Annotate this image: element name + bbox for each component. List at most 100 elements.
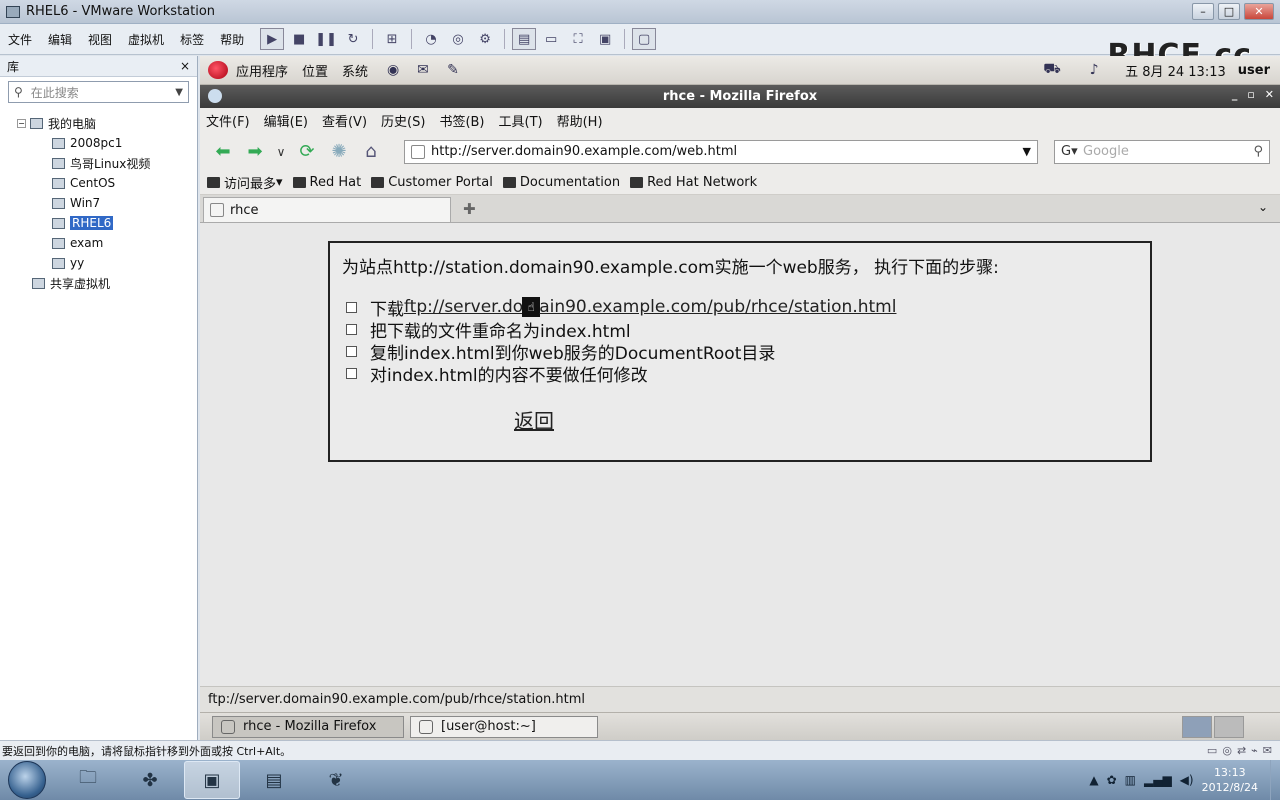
reload-icon[interactable]: ⟳: [294, 139, 320, 165]
library-search-input[interactable]: ⚲ 在此搜索 ▼: [8, 81, 189, 103]
menu-edit[interactable]: 编辑: [40, 31, 80, 48]
menu-vm[interactable]: 虚拟机: [120, 31, 172, 48]
quick-switch-icon[interactable]: ▭: [539, 28, 563, 50]
unity-icon[interactable]: ▣: [593, 28, 617, 50]
suspend-icon[interactable]: ❚❚: [314, 28, 338, 50]
search-engine-icon[interactable]: G▾: [1061, 144, 1083, 159]
system-clock[interactable]: 13:13 2012/8/24: [1202, 765, 1258, 795]
chevron-down-icon[interactable]: ▼: [175, 87, 183, 98]
power-off-icon[interactable]: ■: [287, 28, 311, 50]
gnome-menu-applications[interactable]: 应用程序: [236, 61, 288, 80]
workspace-2[interactable]: [1214, 716, 1244, 738]
tree-item-vm[interactable]: exam: [0, 233, 197, 253]
network-icon[interactable]: ⊞: [380, 28, 404, 50]
close-icon[interactable]: ✕: [1265, 88, 1274, 101]
fullscreen-icon[interactable]: ⛶: [566, 28, 590, 50]
tree-item-vm[interactable]: Win7: [0, 193, 197, 213]
signal-icon[interactable]: ▂▄▆: [1144, 773, 1172, 787]
notes-launcher-icon[interactable]: ✎: [442, 60, 464, 80]
tree-item-vm[interactable]: 鸟哥Linux视频: [0, 153, 197, 173]
network-status-icon[interactable]: ⛟: [1041, 60, 1063, 80]
volume-icon[interactable]: ♪: [1083, 60, 1105, 80]
tree-item-vm[interactable]: CentOS: [0, 173, 197, 193]
gnome-clock[interactable]: 五 8月 24 13:13: [1125, 61, 1226, 80]
network-adapter-icon[interactable]: ⇄: [1237, 744, 1246, 757]
snapshot-icon[interactable]: ◔: [419, 28, 443, 50]
bookmark-most-visited[interactable]: 访问最多 ▾: [207, 173, 283, 192]
message-icon[interactable]: ✉: [1263, 744, 1272, 757]
back-arrow-icon[interactable]: ⬅: [210, 139, 236, 165]
collapse-icon[interactable]: −: [17, 118, 26, 128]
stop-icon[interactable]: ✺: [326, 139, 352, 165]
history-dropdown-icon[interactable]: ∨: [274, 139, 288, 165]
ff-menu-bookmarks[interactable]: 书签(B): [439, 111, 484, 130]
close-button[interactable]: ✕: [1244, 3, 1274, 20]
minimize-button[interactable]: –: [1192, 3, 1214, 20]
maximize-button[interactable]: □: [1218, 3, 1240, 20]
gnome-menu-system[interactable]: 系统: [342, 61, 368, 80]
terminal-taskbar-icon[interactable]: ▤: [246, 761, 302, 799]
mail-launcher-icon[interactable]: ✉: [412, 60, 434, 80]
minimize-icon[interactable]: _: [1232, 88, 1238, 101]
speaker-icon[interactable]: ◀): [1180, 773, 1194, 787]
firefox-launcher-icon[interactable]: ◉: [382, 60, 404, 80]
revert-snapshot-icon[interactable]: ◎: [446, 28, 470, 50]
search-icon[interactable]: ⚲: [1253, 144, 1263, 159]
menu-view[interactable]: 视图: [80, 31, 120, 48]
taskbar-terminal[interactable]: [user@host:~]: [410, 715, 598, 738]
menu-help[interactable]: 帮助: [212, 31, 252, 48]
usb-icon[interactable]: ⌁: [1251, 744, 1258, 757]
workspace-1[interactable]: [1182, 716, 1212, 738]
cdrom-icon[interactable]: ◎: [1222, 744, 1232, 757]
tree-root-my-computer[interactable]: − 我的电脑: [0, 113, 197, 133]
ff-menu-edit[interactable]: 编辑(E): [264, 111, 308, 130]
harddisk-icon[interactable]: ▭: [1207, 744, 1217, 757]
ff-menu-tools[interactable]: 工具(T): [499, 111, 543, 130]
bookmark-red-hat[interactable]: Red Hat: [292, 175, 361, 190]
guest-screen[interactable]: 应用程序 位置 系统 ◉ ✉ ✎ ⛟ ♪ 五 8月 24 13:13 user …: [200, 56, 1280, 740]
show-sidebar-icon[interactable]: ▤: [512, 28, 537, 50]
gnome-user-menu[interactable]: user: [1238, 63, 1270, 78]
tray-app-icon[interactable]: ✿: [1107, 773, 1117, 787]
tray-clipboard-icon[interactable]: ▥: [1125, 773, 1136, 787]
tab-list-chevron-icon[interactable]: ⌄: [1258, 200, 1268, 214]
menu-tabs[interactable]: 标签: [172, 31, 212, 48]
station-html-link[interactable]: ftp://server.do ☝ ain90.example.com/pub/rh…: [404, 297, 896, 317]
new-tab-icon[interactable]: ✚: [463, 200, 476, 218]
ff-menu-history[interactable]: 历史(S): [381, 111, 425, 130]
tree-item-vm-selected[interactable]: RHEL6: [0, 213, 197, 233]
tree-item-vm[interactable]: yy: [0, 253, 197, 273]
show-desktop-button[interactable]: [1270, 760, 1280, 800]
search-box[interactable]: G▾ Google ⚲: [1054, 139, 1270, 164]
ff-menu-file[interactable]: 文件(F): [206, 111, 250, 130]
tree-item-vm[interactable]: 2008pc1: [0, 133, 197, 153]
forward-arrow-icon[interactable]: ➡: [242, 139, 268, 165]
tray-expand-icon[interactable]: ▲: [1089, 773, 1098, 787]
tab-rhce[interactable]: rhce: [203, 197, 451, 222]
ff-menu-help[interactable]: 帮助(H): [557, 111, 603, 130]
bookmark-red-hat-network[interactable]: Red Hat Network: [630, 175, 757, 190]
tree-shared-vms[interactable]: 共享虚拟机: [0, 273, 197, 293]
snapshot-manager-icon[interactable]: ⚙: [473, 28, 497, 50]
taskbar-firefox[interactable]: rhce - Mozilla Firefox: [212, 715, 404, 738]
explorer-taskbar-icon[interactable]: 🗀: [60, 761, 116, 799]
bookmark-customer-portal[interactable]: Customer Portal: [371, 175, 493, 190]
bookmark-documentation[interactable]: Documentation: [502, 175, 620, 190]
vmware-taskbar-icon[interactable]: ▣: [184, 761, 240, 799]
ff-menu-view[interactable]: 查看(V): [322, 111, 367, 130]
maximize-icon[interactable]: ▫: [1247, 88, 1254, 101]
start-button[interactable]: [8, 761, 46, 799]
url-dropdown-icon[interactable]: ▼: [1023, 145, 1031, 158]
parrot-app-taskbar-icon[interactable]: ❦: [308, 761, 364, 799]
back-link[interactable]: 返回: [514, 405, 554, 434]
step-text: 对index.html的内容不要做任何修改: [370, 365, 648, 386]
url-bar[interactable]: http://server.domain90.example.com/web.h…: [404, 139, 1038, 164]
console-view-icon[interactable]: ▢: [632, 28, 657, 50]
gnome-menu-places[interactable]: 位置: [302, 61, 328, 80]
reset-icon[interactable]: ↻: [341, 28, 365, 50]
home-icon[interactable]: ⌂: [358, 139, 384, 165]
library-close-button[interactable]: ×: [180, 59, 190, 73]
power-on-icon[interactable]: ▶: [260, 28, 285, 50]
fan-app-taskbar-icon[interactable]: ✤: [122, 761, 178, 799]
menu-file[interactable]: 文件: [0, 31, 40, 48]
